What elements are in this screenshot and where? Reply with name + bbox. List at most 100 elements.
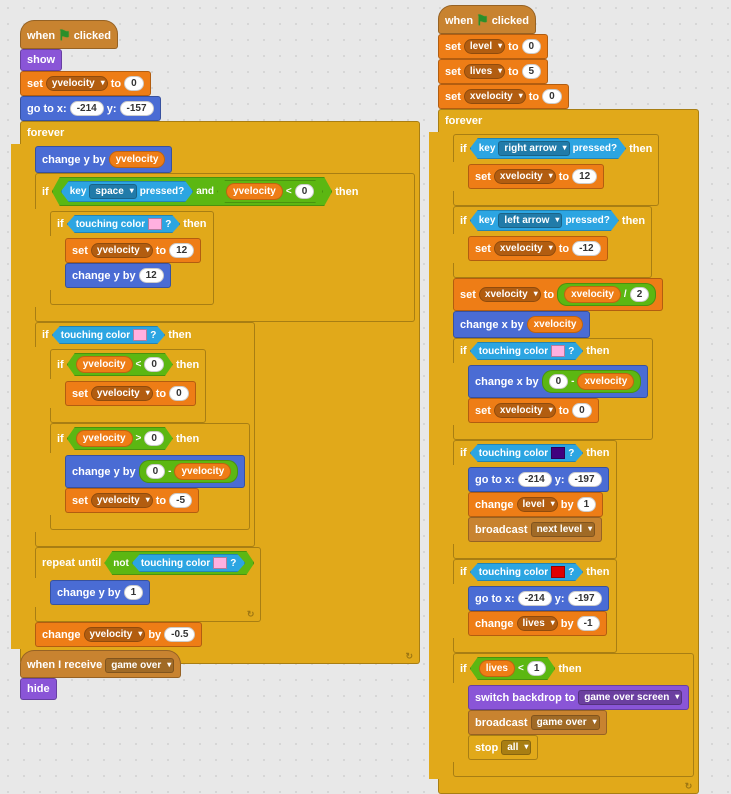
num-input[interactable]: 0 [144,357,164,372]
num-input[interactable]: -1 [577,616,600,631]
stop-dropdown[interactable]: all [501,740,531,755]
touching-color[interactable]: touching color ? [67,215,181,233]
change-level-1[interactable]: change level by 1 [468,492,603,517]
num-input[interactable]: 1 [577,497,597,512]
touching-color[interactable]: touching color ? [470,342,584,360]
num-input[interactable]: -0.5 [164,627,195,642]
msg-dropdown[interactable]: next level [531,522,596,537]
not-operator[interactable]: not touching color ? [104,551,254,575]
set-xv-0[interactable]: set xvelocity to 0 [438,84,569,109]
change-y-by-var[interactable]: change y by yvelocity [35,146,172,173]
backdrop-dropdown[interactable]: game over screen [578,690,682,705]
change-x-0-minus-xv[interactable]: change x by 0 - xvelocity [468,365,648,398]
key-dropdown[interactable]: right arrow [498,141,569,156]
var-reporter[interactable]: yvelocity [174,463,231,480]
hide-block[interactable]: hide [20,678,57,700]
num-input[interactable]: -214 [518,591,552,606]
color-swatch[interactable] [551,447,565,459]
key-pressed[interactable]: key right arrow pressed? [470,138,626,159]
touching-color[interactable]: touching color ? [52,326,166,344]
num-input[interactable]: 5 [522,64,542,79]
if-right-arrow[interactable]: if key right arrow pressed? then set xve… [453,134,659,206]
num-input[interactable]: 1 [527,661,547,676]
show-block[interactable]: show [20,49,62,71]
num-input[interactable]: -5 [169,493,192,508]
broadcast-next-level[interactable]: broadcast next level [468,517,602,542]
goto-xy-2[interactable]: go to x: -214 y: -197 [468,586,609,611]
color-swatch[interactable] [551,566,565,578]
change-yv-neg05[interactable]: change yvelocity by -0.5 [35,622,202,647]
touching-color[interactable]: touching color ? [470,563,584,581]
switch-backdrop[interactable]: switch backdrop to game over screen [468,685,689,710]
lt-operator[interactable]: lives < 1 [470,657,556,680]
if-yv-lt-0[interactable]: if yvelocity < 0 then set yvelocity [50,349,206,423]
num-input[interactable]: 2 [630,287,650,302]
if-touching-red[interactable]: if touching color ? then go to x: -214 y… [453,559,617,653]
num-input[interactable]: -12 [572,241,600,256]
set-yv-12[interactable]: set yvelocity to 12 [65,238,201,263]
touching-color[interactable]: touching color ? [132,554,246,572]
hat-when-flag-clicked[interactable]: when ⚑ clicked [438,5,536,34]
num-input[interactable]: -157 [120,101,154,116]
num-input[interactable]: 12 [169,243,194,258]
color-swatch[interactable] [133,329,147,341]
broadcast-game-over[interactable]: broadcast game over [468,710,607,735]
set-xv-div2[interactable]: set xvelocity to xvelocity / 2 [453,278,663,311]
repeat-until[interactable]: repeat until not touching color ? change… [35,547,261,622]
key-dropdown[interactable]: space [89,184,136,199]
if-touching-pink-outer[interactable]: if touching color ? then if yvelocity [35,322,255,547]
var-reporter[interactable]: xvelocity [577,373,634,390]
change-y-12[interactable]: change y by 12 [65,263,171,288]
var-reporter[interactable]: yvelocity [76,356,133,373]
goto-xy[interactable]: go to x: -214 y: -157 [20,96,161,121]
var-dropdown[interactable]: yvelocity [46,76,108,91]
var-dropdown[interactable]: lives [517,616,558,631]
num-input[interactable]: -214 [518,472,552,487]
goto-xy-1[interactable]: go to x: -214 y: -197 [468,467,609,492]
hat-when-receive[interactable]: when I receive game over [20,650,181,678]
var-dropdown[interactable]: level [517,497,558,512]
var-dropdown[interactable]: xvelocity [494,169,556,184]
num-input[interactable]: -214 [70,101,104,116]
var-reporter[interactable]: yvelocity [76,430,133,447]
var-dropdown[interactable]: lives [464,64,505,79]
if-lives-lt-1[interactable]: if lives < 1 then switch backdrop to gam… [453,653,694,777]
var-reporter[interactable]: lives [479,660,515,677]
msg-dropdown[interactable]: game over [531,715,600,730]
change-lives-neg1[interactable]: change lives by -1 [468,611,607,636]
num-input[interactable]: 0 [572,403,592,418]
color-swatch[interactable] [148,218,162,230]
color-swatch[interactable] [551,345,565,357]
var-dropdown[interactable]: xvelocity [479,287,541,302]
forever-block[interactable]: forever change y by yvelocity if key spa… [20,121,420,664]
touching-color[interactable]: touching color ? [470,444,584,462]
if-touching-pink[interactable]: if touching color ? then change x by 0 - [453,338,653,440]
set-xv-0-inner[interactable]: set xvelocity to 0 [468,398,599,423]
num-input[interactable]: 0 [542,89,562,104]
num-input[interactable]: 0 [124,76,144,91]
var-reporter[interactable]: yvelocity [226,183,283,200]
set-yvelocity-0[interactable]: set yvelocity to 0 [20,71,151,96]
minus-operator[interactable]: 0 - xvelocity [542,370,642,393]
var-dropdown[interactable]: yvelocity [91,386,153,401]
key-dropdown[interactable]: left arrow [498,213,562,228]
var-dropdown[interactable]: xvelocity [494,241,556,256]
var-dropdown[interactable]: level [464,39,505,54]
key-pressed[interactable]: key left arrow pressed? [470,210,619,231]
num-input[interactable]: 0 [549,374,569,389]
var-dropdown[interactable]: yvelocity [91,493,153,508]
num-input[interactable]: 0 [522,39,542,54]
change-x-by-xv[interactable]: change x by xvelocity [453,311,590,338]
msg-dropdown[interactable]: game over [105,658,174,673]
change-y-0-minus-yv[interactable]: change y by 0 - yvelocity [65,455,245,488]
num-input[interactable]: 12 [572,169,597,184]
set-level-0[interactable]: set level to 0 [438,34,548,59]
var-reporter[interactable]: yvelocity [109,151,166,168]
gt-operator[interactable]: yvelocity > 0 [67,427,173,450]
var-dropdown[interactable]: xvelocity [494,403,556,418]
stop-all[interactable]: stop all [468,735,538,760]
change-y-1[interactable]: change y by 1 [50,580,150,605]
set-xv-12[interactable]: set xvelocity to 12 [468,164,604,189]
var-reporter[interactable]: xvelocity [564,286,621,303]
var-reporter[interactable]: xvelocity [527,316,584,333]
